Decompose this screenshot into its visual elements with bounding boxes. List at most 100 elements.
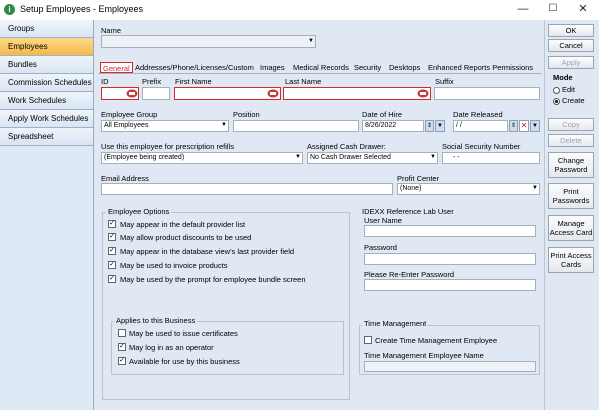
idexx-username-field[interactable] [364, 225, 536, 237]
delete-button[interactable]: Delete [548, 134, 594, 147]
chevron-down-icon: ▼ [221, 122, 227, 128]
manage-access-card-button[interactable]: Manage Access Card [548, 215, 594, 241]
ssn-label: Social Security Number [442, 142, 521, 151]
first-name-field[interactable] [174, 87, 281, 100]
apply-button[interactable]: Apply [548, 56, 594, 69]
name-label: Name [101, 26, 122, 35]
checkbox[interactable] [118, 329, 126, 337]
position-field[interactable] [233, 120, 359, 132]
print-passwords-button[interactable]: Print Passwords [548, 183, 594, 209]
lookup-icon[interactable] [417, 89, 429, 100]
app-icon: i [4, 4, 15, 15]
edit-radio[interactable] [553, 87, 560, 94]
option-label: May allow product discounts to be used [120, 233, 252, 242]
checkbox[interactable] [364, 336, 372, 344]
idexx-username-label: User Name [364, 216, 402, 225]
sidebar-item-commission-schedules[interactable]: Commission Schedules [0, 74, 93, 92]
idexx-title: IDEXX Reference Lab User [362, 207, 454, 216]
tab-security[interactable]: Security [354, 62, 381, 73]
business-option-label: May log in as an operator [129, 343, 214, 352]
date-spinner[interactable]: ⇕ [509, 120, 518, 132]
sidebar-item-apply-work-schedules[interactable]: Apply Work Schedules [0, 110, 93, 128]
checkbox[interactable]: ✓ [108, 247, 116, 255]
email-field[interactable] [101, 183, 393, 195]
copy-button[interactable]: Copy [548, 118, 594, 131]
time-management-title: Time Management [362, 319, 429, 328]
ssn-field[interactable]: - - [442, 152, 540, 164]
option-label: May appear in the database view's last p… [120, 247, 295, 256]
sidebar-item-work-schedules[interactable]: Work Schedules [0, 92, 93, 110]
tab-general[interactable]: General [100, 62, 133, 73]
cancel-button[interactable]: Cancel [548, 39, 594, 52]
id-label: ID [101, 77, 109, 86]
idexx-password-field[interactable] [364, 253, 536, 265]
print-access-cards-button[interactable]: Print Access Cards [548, 247, 594, 273]
first-name-label: First Name [175, 77, 212, 86]
create-radio[interactable] [553, 98, 560, 105]
business-option-label: May be used to issue certificates [129, 329, 238, 338]
idexx-reenter-field[interactable] [364, 279, 536, 291]
calendar-dropdown-icon[interactable]: ▼ [435, 120, 445, 132]
calendar-dropdown-icon[interactable]: ▼ [530, 120, 540, 132]
tm-name-field[interactable] [364, 361, 536, 372]
sidebar: Groups Employees Bundles Commission Sche… [0, 20, 94, 410]
cash-drawer-value: No Cash Drawer Selected [310, 154, 391, 161]
checkbox[interactable]: ✓ [108, 275, 116, 283]
tab-desktops[interactable]: Desktops [389, 62, 420, 73]
tm-name-label: Time Management Employee Name [364, 351, 484, 360]
date-of-hire-field[interactable]: 8/26/2022 [362, 120, 424, 132]
business-option-label: Available for use by this business [129, 357, 240, 366]
mode-label: Mode [553, 73, 573, 82]
employee-group-label: Employee Group [101, 110, 158, 119]
prescription-select[interactable]: (Employee being created) ▼ [101, 152, 303, 164]
edit-label: Edit [562, 85, 575, 94]
chevron-down-icon: ▼ [295, 154, 301, 160]
suffix-field[interactable] [434, 87, 540, 100]
checkbox[interactable]: ✓ [108, 220, 116, 228]
checkbox[interactable]: ✓ [118, 357, 126, 365]
name-combo[interactable]: ▼ [101, 35, 316, 48]
lookup-icon[interactable] [267, 89, 279, 100]
suffix-label: Suffix [435, 77, 454, 86]
tab-medical-records[interactable]: Medical Records [293, 62, 349, 73]
minimize-button[interactable]: — [508, 0, 538, 18]
checkbox[interactable]: ✓ [118, 343, 126, 351]
window-title: Setup Employees - Employees [20, 4, 144, 14]
prefix-label: Prefix [142, 77, 162, 86]
sidebar-item-employees[interactable]: Employees [0, 38, 93, 56]
chevron-down-icon: ▼ [308, 38, 314, 44]
position-label: Position [233, 110, 260, 119]
business-title: Applies to this Business [114, 316, 198, 325]
sidebar-item-bundles[interactable]: Bundles [0, 56, 93, 74]
clear-date-icon[interactable]: ✕ [519, 120, 529, 132]
change-password-button[interactable]: Change Password [548, 152, 594, 178]
lookup-icon[interactable] [126, 89, 138, 100]
email-label: Email Address [101, 174, 149, 183]
idexx-password-label: Password [364, 243, 397, 252]
checkbox[interactable]: ✓ [108, 233, 116, 241]
maximize-button[interactable]: ☐ [538, 0, 568, 18]
date-spinner[interactable]: ⇕ [425, 120, 434, 132]
profit-center-label: Profit Center [397, 174, 440, 183]
employee-group-select[interactable]: All Employees ▼ [101, 120, 229, 132]
option-label: May be used by the prompt for employee b… [120, 275, 306, 284]
date-released-label: Date Released [453, 110, 503, 119]
tab-images[interactable]: Images [260, 62, 285, 73]
profit-center-select[interactable]: (None) ▼ [397, 183, 540, 195]
tab-addresses[interactable]: Addresses/Phone/Licenses/Custom [135, 62, 254, 73]
date-released-field[interactable]: / / [453, 120, 508, 132]
close-button[interactable]: ✕ [568, 0, 598, 18]
cash-drawer-select[interactable]: No Cash Drawer Selected ▼ [307, 152, 438, 164]
last-name-field[interactable] [283, 87, 431, 100]
prefix-field[interactable] [142, 87, 170, 100]
ok-button[interactable]: OK [548, 24, 594, 37]
chevron-down-icon: ▼ [532, 185, 538, 191]
last-name-label: Last Name [285, 77, 322, 86]
checkbox[interactable]: ✓ [108, 261, 116, 269]
tab-enhanced-reports[interactable]: Enhanced Reports Permissions [428, 62, 533, 73]
option-label: May be used to invoice products [120, 261, 228, 270]
sidebar-item-spreadsheet[interactable]: Spreadsheet [0, 128, 93, 146]
profit-center-value: (None) [400, 185, 422, 192]
sidebar-item-groups[interactable]: Groups [0, 20, 93, 38]
prescription-label: Use this employee for prescription refil… [101, 142, 234, 151]
